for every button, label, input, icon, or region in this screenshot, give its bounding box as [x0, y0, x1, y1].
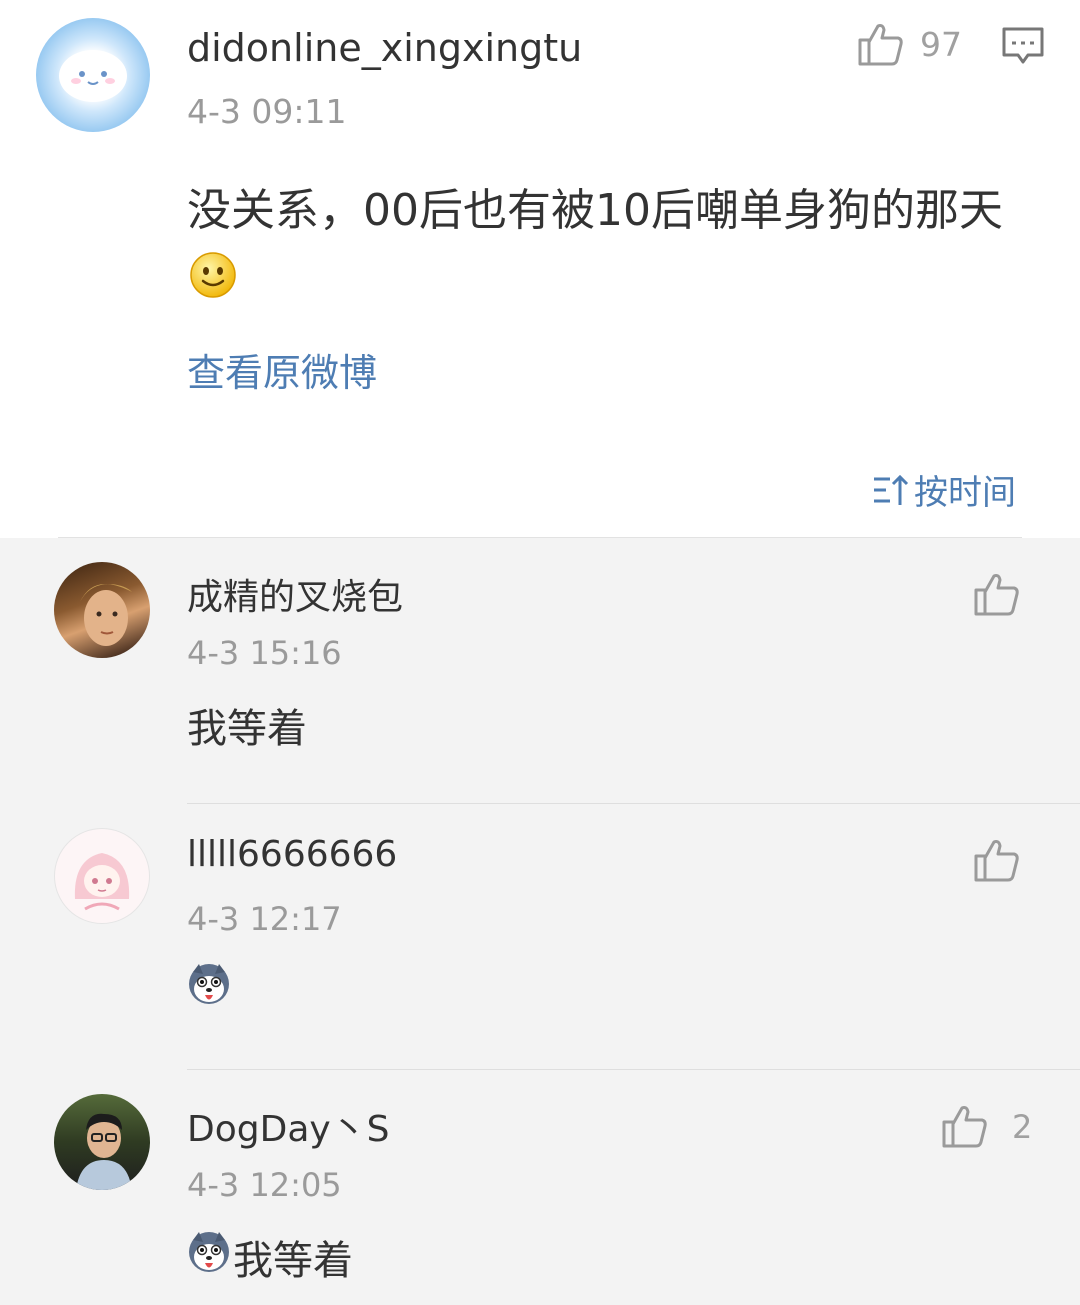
reply-text-block: 我等着	[187, 1228, 353, 1286]
reply-text: 我等着	[233, 1238, 353, 1284]
reply-text: 我等着	[187, 706, 307, 752]
view-original-link[interactable]: 查看原微博	[187, 342, 377, 397]
username[interactable]: didonline_xingxingtu	[187, 26, 582, 70]
thumbs-up-icon[interactable]	[858, 22, 904, 70]
thumbs-up-icon[interactable]	[942, 1104, 988, 1152]
user-avatar[interactable]	[36, 18, 150, 132]
reply-time: 4-3 12:05	[187, 1166, 342, 1204]
comment-text: 没关系，00后也有被10后嘲单身狗的那天	[187, 185, 1003, 236]
user-avatar[interactable]	[54, 562, 150, 658]
reply-time: 4-3 15:16	[187, 634, 342, 672]
like-count: 97	[920, 25, 962, 64]
row-divider	[187, 803, 1080, 804]
husky-emoji-icon	[187, 962, 231, 1010]
comment-icon[interactable]	[1002, 26, 1044, 70]
user-avatar[interactable]	[54, 1094, 150, 1190]
sort-icon	[874, 474, 909, 505]
like-count: 2	[1012, 1108, 1033, 1146]
username[interactable]: 成精的叉烧包	[187, 568, 403, 620]
comment-text-block: 没关系，00后也有被10后嘲单身狗的那天	[187, 175, 1027, 321]
thumbs-up-icon[interactable]	[974, 838, 1020, 886]
reply-time: 4-3 12:17	[187, 900, 342, 938]
sort-label: 按时间	[914, 473, 1016, 513]
user-avatar[interactable]	[54, 828, 150, 924]
comment-time: 4-3 09:11	[187, 92, 347, 131]
username[interactable]: DogDay丶S	[187, 1100, 390, 1152]
main-comment: didonline_xingxingtu 4-3 09:11 97 没关系，00…	[0, 0, 1080, 538]
thumbs-up-icon[interactable]	[974, 572, 1020, 620]
replies-list: 成精的叉烧包 4-3 15:16 我等着 lllll6666666 4-3 12…	[0, 538, 1080, 1305]
smiley-emoji-icon	[189, 249, 237, 321]
username[interactable]: lllll6666666	[187, 834, 397, 875]
sort-by-time-button[interactable]: 按时间	[872, 465, 1016, 514]
husky-emoji-icon	[187, 1230, 231, 1284]
row-divider	[187, 1069, 1080, 1070]
